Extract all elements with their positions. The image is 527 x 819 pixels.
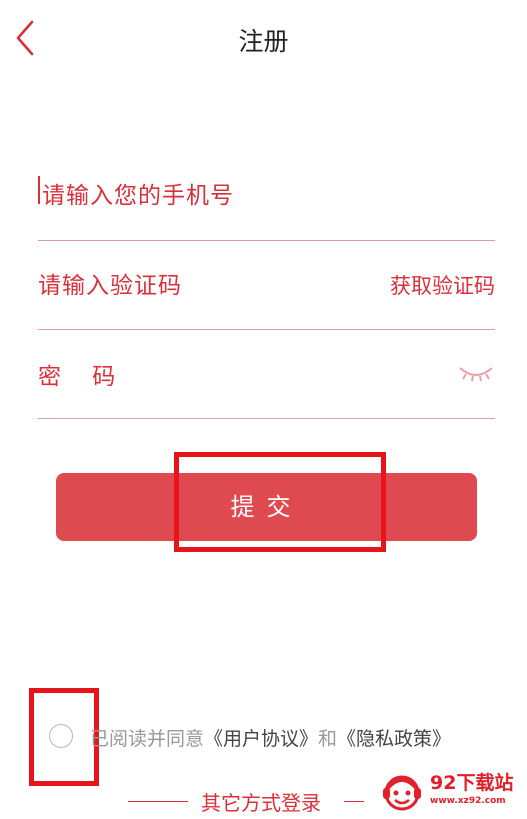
code-divider [38, 329, 495, 330]
password-divider [38, 418, 495, 419]
watermark-name: 92下载站 [430, 772, 514, 794]
phone-input[interactable]: 请输入您的手机号 [42, 176, 234, 210]
privacy-policy-link[interactable]: 《隐私政策》 [337, 728, 451, 750]
verification-code-input[interactable]: 请输入验证码 [38, 266, 182, 300]
agreement-and: 和 [318, 728, 338, 750]
watermark-logo [382, 772, 422, 812]
page-title: 注册 [238, 27, 289, 56]
text-cursor [38, 176, 40, 204]
password-toggle-button[interactable] [458, 364, 494, 382]
password-input[interactable]: 密 码 [38, 357, 127, 391]
watermark-url: www.xz92.com [430, 796, 506, 806]
agreement-prefix: 已阅读并同意 [90, 728, 205, 750]
get-code-button[interactable]: 获取验证码 [390, 270, 495, 300]
phone-divider [38, 240, 495, 241]
agreement-text: 已阅读并同意《用户协议》和《隐私政策》 [90, 724, 451, 751]
highlight-box-submit [174, 452, 386, 552]
user-agreement-link[interactable]: 《用户协议》 [204, 728, 318, 750]
other-login-right-line [344, 801, 364, 802]
other-login-left-line [128, 801, 188, 802]
highlight-box-checkbox [29, 688, 99, 786]
eye-closed-icon [459, 367, 493, 382]
other-login-label[interactable]: 其它方式登录 [201, 787, 321, 816]
